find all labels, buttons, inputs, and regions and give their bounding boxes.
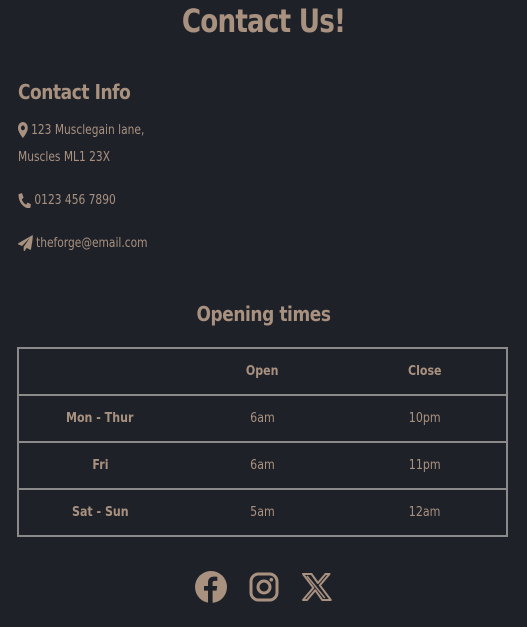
day-cell: Mon - Thur [18,394,181,442]
map-marker-icon [18,122,28,138]
close-cell: 12am [344,488,507,536]
opening-times-table: Open Close Mon - Thur 6am 10pm Fri 6am 1… [17,347,508,537]
day-cell: Fri [18,441,181,489]
close-cell: 10pm [344,394,507,442]
address-line-2: Muscles ML1 23X [18,150,111,165]
table-header-row: Open Close [18,347,507,395]
email-line: theforge@email.com [18,235,148,251]
header-open: Open [181,347,344,395]
phone-icon [18,192,31,208]
open-cell: 6am [181,394,344,442]
x-twitter-icon[interactable] [300,570,333,603]
address-line-1: 123 Musclegain lane, [31,122,145,138]
paper-plane-icon [18,235,33,251]
open-cell: 5am [181,488,344,536]
email-address[interactable]: theforge@email.com [36,236,148,251]
instagram-icon[interactable] [247,570,280,603]
phone-number[interactable]: 0123 456 7890 [34,193,115,208]
facebook-icon[interactable] [194,570,227,603]
page-title: Contact Us! [181,2,346,40]
open-cell: 6am [181,441,344,489]
header-empty [18,347,181,395]
table-row: Mon - Thur 6am 10pm [18,394,507,442]
contact-info-heading: Contact Info [18,80,131,104]
day-cell: Sat - Sun [18,488,181,536]
social-links [0,570,527,603]
address-line: 123 Musclegain lane, [18,122,144,138]
header-close: Close [344,347,507,395]
opening-times-heading: Opening times [196,302,331,326]
table-row: Sat - Sun 5am 12am [18,488,507,536]
close-cell: 11pm [344,441,507,489]
table-row: Fri 6am 11pm [18,441,507,489]
phone-line: 0123 456 7890 [18,192,116,208]
